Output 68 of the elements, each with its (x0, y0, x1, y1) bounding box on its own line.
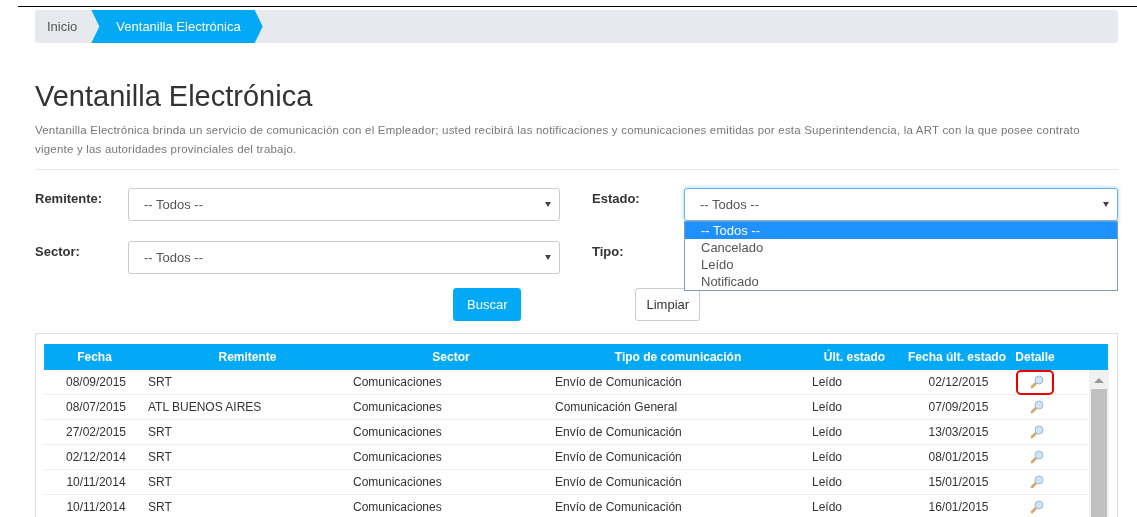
table-cell-text: Envío de Comunicación (554, 499, 683, 516)
table-cell-text: SRT (147, 374, 173, 391)
table-cell-text: 07/09/2015 (927, 399, 990, 416)
table-cell-text: Leído (811, 374, 844, 391)
column-header: Tipo de comunicación (613, 350, 743, 364)
table-cell-text: Comunicaciones (352, 424, 443, 441)
field-label: Estado: (592, 190, 641, 208)
scrollbar[interactable] (1089, 370, 1109, 517)
select-field[interactable]: -- Todos -- (128, 241, 560, 274)
dropdown-option[interactable]: Cancelado (685, 239, 1117, 256)
table-cell-text: Comunicaciones (352, 449, 443, 466)
scroll-up-icon[interactable] (1094, 378, 1104, 383)
table-cell-text: Comunicaciones (352, 399, 443, 416)
table-cell-text: 02/12/2014 (64, 449, 128, 466)
table-cell-text: ATL BUENOS AIRES (147, 399, 263, 416)
page-description: Ventanilla Electrónica brinda un servicio de comunicación con el Empleador; usted recibirá las notificaciones y comunicaciones emitidas por esta Superintendencia, la ART con la que posee contrato vigente y las autoridades provinciales del trabajo. (35, 123, 1081, 157)
table-cell-text: 10/11/2014 (65, 499, 127, 516)
field-label: Tipo: (592, 243, 625, 261)
table-cell-text: Leído (811, 399, 844, 416)
page-title: Ventanilla Electrónica (35, 79, 314, 113)
table-cell-text: Leído (811, 499, 844, 516)
table-cell-text: Comunicaciones (352, 374, 443, 391)
table-cell-text: 10/11/2014 (65, 474, 127, 491)
clear-button[interactable]: Limpiar (635, 288, 701, 321)
column-header: Sector (431, 350, 471, 364)
table-cell-text: 08/01/2015 (927, 449, 990, 466)
breadcrumb-link[interactable]: Inicio (35, 10, 92, 43)
column-header: Fecha últ. estado (907, 350, 1007, 364)
table-cell-text: 13/03/2015 (927, 424, 990, 441)
table-cell-text: 16/01/2015 (927, 499, 990, 516)
column-header: Fecha (76, 350, 113, 364)
table-cell-text: 08/09/2015 (64, 374, 128, 391)
table-cell-text: Envío de Comunicación (554, 424, 683, 441)
field-label: Remitente: (35, 190, 104, 208)
table-cell-text: 15/01/2015 (927, 474, 990, 491)
table-cell-text: Comunicaciones (352, 499, 443, 516)
table-cell-text: 08/07/2015 (64, 399, 128, 416)
table-cell-text: 02/12/2015 (927, 374, 990, 391)
dropdown-option[interactable]: Notificado (685, 273, 1117, 290)
dropdown-option[interactable]: Leído (685, 256, 1117, 273)
magnifier-icon[interactable] (1029, 450, 1044, 464)
caret-icon (1103, 202, 1109, 207)
table-cell-text: Envío de Comunicación (554, 474, 683, 491)
table-cell-text: 27/02/2015 (64, 424, 128, 441)
magnifier-icon[interactable] (1029, 375, 1044, 389)
caret-icon (545, 255, 551, 260)
table-cell-text: Envío de Comunicación (554, 374, 683, 391)
table-cell-text: Leído (811, 474, 844, 491)
magnifier-icon[interactable] (1029, 400, 1044, 414)
table-cell-text: Comunicaciones (352, 474, 443, 491)
table-cell-text: SRT (147, 499, 173, 516)
table-cell-text: SRT (147, 474, 173, 491)
field-label: Sector: (35, 243, 81, 261)
magnifier-icon[interactable] (1029, 425, 1044, 439)
select-field[interactable]: -- Todos -- (128, 188, 560, 221)
scrollbar-thumb[interactable] (1091, 389, 1107, 517)
table-cell-text: SRT (147, 449, 173, 466)
column-header: Últ. estado (822, 350, 887, 364)
table-cell-text: SRT (147, 424, 173, 441)
magnifier-icon[interactable] (1029, 500, 1044, 514)
table-cell-text: Leído (811, 424, 844, 441)
magnifier-icon[interactable] (1029, 475, 1044, 489)
caret-icon (545, 202, 551, 207)
table-cell-text: Leído (811, 449, 844, 466)
column-header: Detalle (1014, 350, 1056, 364)
table-cell-text: Envío de Comunicación (554, 449, 683, 466)
column-header: Remitente (217, 350, 278, 364)
table-cell-text: Comunicación General (554, 399, 679, 416)
